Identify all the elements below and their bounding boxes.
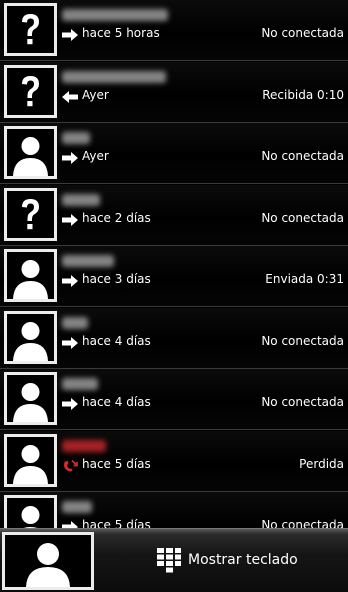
contact-name-redacted [62,439,106,452]
call-log-row[interactable]: hace 5 días No conectada [0,492,348,528]
person-silhouette-icon [7,252,54,299]
call-time: hace 4 días [82,395,151,409]
call-status: No conectada [261,149,344,163]
show-keypad-button[interactable]: Mostrar teclado [150,543,304,577]
outgoing-call-icon [61,213,79,227]
call-time: hace 2 días [82,210,151,225]
missed-call-icon [61,459,79,473]
contact-name-redacted [62,9,168,21]
call-status: No conectada [261,395,344,409]
contact-name-redacted [62,501,92,513]
call-time: Ayer [82,87,109,102]
unknown-contact-icon [7,67,54,115]
person-silhouette-icon [5,535,91,587]
incoming-call-icon [61,90,79,104]
call-log-row[interactable]: Ayer No conectada [0,123,348,184]
outgoing-call-icon [61,397,79,411]
contact-avatar[interactable] [4,495,57,528]
call-status: Recibida 0:10 [262,87,344,102]
call-log-row[interactable]: hace 5 horas No conectada [0,0,348,61]
contact-avatar[interactable] [4,187,57,241]
call-status: Perdida [299,456,344,471]
bottom-bar: Mostrar teclado [0,528,348,592]
call-time: hace 5 horas [82,26,160,40]
contact-avatar[interactable] [4,126,57,179]
my-contact-avatar[interactable] [2,532,94,590]
show-keypad-label: Mostrar teclado [188,552,298,568]
contact-avatar[interactable] [4,249,57,302]
call-log-row[interactable]: hace 4 días No conectada [0,307,348,369]
call-log-list: hace 5 horas No conectada Ayer Recibida 0:1… [0,0,348,528]
contact-avatar[interactable] [4,433,57,487]
call-log-row[interactable]: hace 3 días Enviada 0:31 [0,246,348,307]
call-time: hace 5 días [82,456,151,471]
contact-avatar[interactable] [4,310,57,364]
call-time: Ayer [82,149,109,163]
contact-name-redacted [62,378,98,390]
contact-avatar[interactable] [4,3,57,56]
contact-name-redacted [62,70,166,83]
outgoing-call-icon [61,336,79,350]
call-log-row[interactable]: hace 2 días No conectada [0,184,348,246]
call-time: hace 3 días [82,272,151,286]
call-time: hace 5 días [82,518,151,528]
call-status: No conectada [261,210,344,225]
contact-name-redacted [62,316,88,329]
call-status: No conectada [261,518,344,528]
unknown-contact-icon [7,6,54,53]
contact-avatar[interactable] [4,64,57,118]
outgoing-call-icon [61,520,79,528]
keypad-icon [156,547,182,573]
call-log-row[interactable]: hace 4 días No conectada [0,369,348,430]
contact-name-redacted [62,255,114,267]
call-log-row[interactable]: Ayer Recibida 0:10 [0,61,348,123]
person-silhouette-icon [7,129,54,176]
outgoing-call-icon [61,151,79,165]
outgoing-call-icon [61,28,79,42]
person-silhouette-icon [7,313,54,361]
person-silhouette-icon [7,498,54,528]
contact-avatar[interactable] [4,372,57,425]
call-status: No conectada [261,26,344,40]
contact-name-redacted [62,132,90,144]
call-status: No conectada [261,333,344,348]
call-time: hace 4 días [82,333,151,348]
person-silhouette-icon [7,375,54,422]
unknown-contact-icon [7,190,54,238]
call-status: Enviada 0:31 [265,272,344,286]
outgoing-call-icon [61,274,79,288]
call-log-row[interactable]: hace 5 días Perdida [0,430,348,492]
person-silhouette-icon [7,436,54,484]
contact-name-redacted [62,193,100,206]
